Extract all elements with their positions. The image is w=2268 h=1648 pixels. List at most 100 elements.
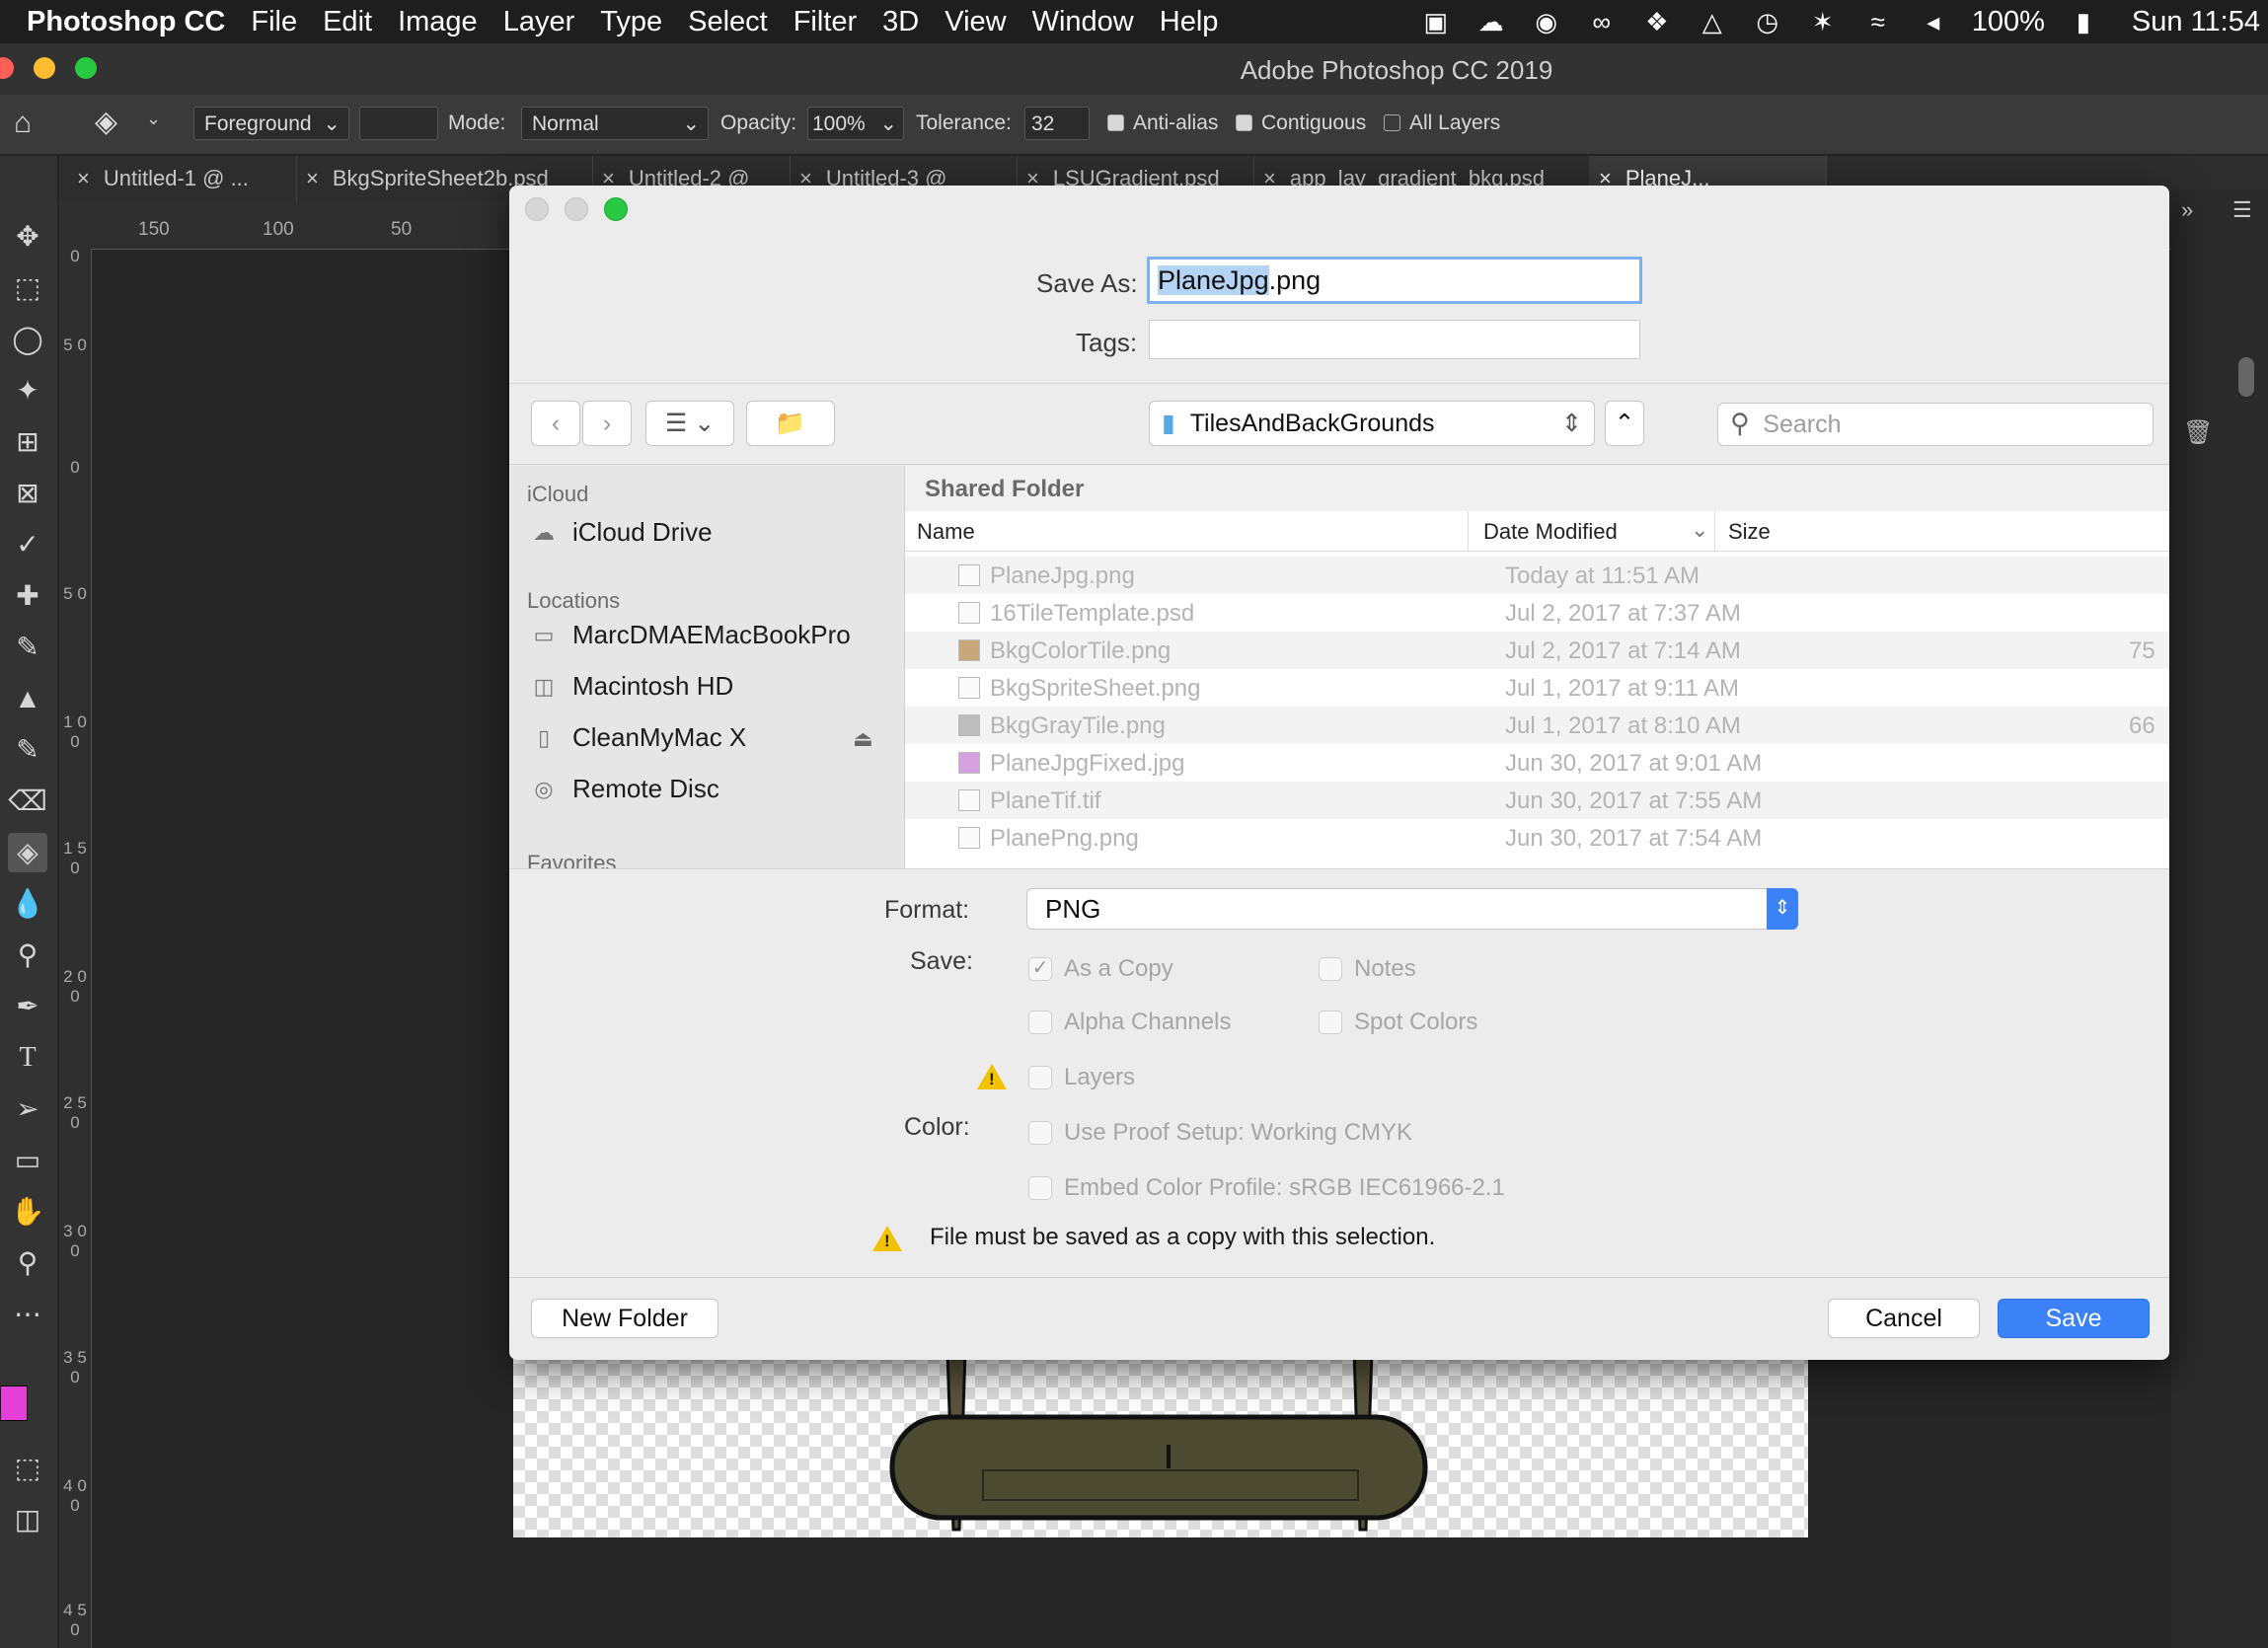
menu-help[interactable]: Help <box>1160 6 1219 38</box>
quick-mask-icon[interactable]: ⬚ <box>8 1449 47 1488</box>
sidebar-item-macbook[interactable]: ▭ MarcDMAEMacBookPro <box>527 620 851 650</box>
sidebar-item-cleanmymac[interactable]: ▯ CleanMyMac X <box>527 722 746 753</box>
creative-cloud-icon[interactable]: ∞ <box>1585 7 1619 37</box>
spot-colors-checkbox[interactable] <box>1319 1011 1342 1034</box>
document-canvas[interactable] <box>513 1352 1808 1537</box>
pattern-picker[interactable] <box>359 107 438 140</box>
wifi-icon[interactable]: ≈ <box>1861 7 1895 37</box>
paint-bucket-tool-icon[interactable]: ◈ <box>95 105 117 139</box>
type-tool-icon[interactable]: T <box>8 1038 47 1078</box>
column-name[interactable]: Name <box>917 519 975 545</box>
contiguous-checkbox[interactable] <box>1236 114 1252 131</box>
panel-scrollbar[interactable] <box>2238 357 2254 397</box>
file-row[interactable]: BkgGrayTile.png Jul 1, 2017 at 8:10 AM 66 <box>905 707 2169 744</box>
rectangle-tool-icon[interactable]: ▭ <box>8 1141 47 1180</box>
cancel-button[interactable]: Cancel <box>1828 1299 1980 1338</box>
healing-brush-tool-icon[interactable]: ✚ <box>8 576 47 616</box>
menu-layer[interactable]: Layer <box>503 6 575 38</box>
frame-tool-icon[interactable]: ⊠ <box>8 474 47 513</box>
path-selection-tool-icon[interactable]: ➢ <box>8 1089 47 1129</box>
file-row[interactable]: PlanePng.png Jun 30, 2017 at 7:54 AM <box>905 819 2169 857</box>
new-folder-button[interactable]: New Folder <box>531 1299 718 1338</box>
menu-view[interactable]: View <box>945 6 1006 38</box>
save-button[interactable]: Save <box>1998 1299 2150 1338</box>
alpha-channels-checkbox[interactable] <box>1028 1011 1052 1034</box>
trash-icon[interactable]: 🗑 <box>2183 418 2213 447</box>
lasso-tool-icon[interactable]: ◯ <box>8 320 47 359</box>
close-icon[interactable]: × <box>306 166 319 190</box>
location-popup[interactable]: ▮ TilesAndBackGrounds ⇕ <box>1149 401 1595 446</box>
save-as-input[interactable]: PlaneJpg.png <box>1147 257 1642 304</box>
menu-edit[interactable]: Edit <box>323 6 372 38</box>
volume-icon[interactable]: ◂ <box>1917 7 1950 37</box>
blur-tool-icon[interactable]: 💧 <box>8 884 47 924</box>
view-options-button[interactable]: ☰ ⌄ <box>645 401 734 446</box>
screen-record-icon[interactable]: ▣ <box>1419 7 1453 37</box>
stop-icon[interactable]: ◉ <box>1530 7 1563 37</box>
sidebar-item-macintosh-hd[interactable]: ◫ Macintosh HD <box>527 671 734 702</box>
column-date-modified[interactable]: Date Modified <box>1483 519 1618 545</box>
brush-tool-icon[interactable]: ✎ <box>8 628 47 667</box>
all-layers-checkbox[interactable] <box>1384 114 1400 131</box>
file-row[interactable]: BkgColorTile.png Jul 2, 2017 at 7:14 AM 75 <box>905 632 2169 669</box>
magic-wand-tool-icon[interactable]: ✦ <box>8 371 47 411</box>
notes-checkbox[interactable] <box>1319 957 1342 981</box>
home-icon[interactable]: ⌂ <box>14 107 32 140</box>
history-brush-tool-icon[interactable]: ✎ <box>8 730 47 770</box>
file-row[interactable]: BkgSpriteSheet.png Jul 1, 2017 at 9:11 AM <box>905 669 2169 707</box>
forward-button[interactable]: › <box>582 401 632 446</box>
eraser-tool-icon[interactable]: ⌫ <box>8 782 47 821</box>
dropbox-icon[interactable]: ❖ <box>1640 7 1674 37</box>
menu-type[interactable]: Type <box>600 6 662 38</box>
file-row[interactable]: PlaneJpg.png Today at 11:51 AM <box>905 557 2169 594</box>
opacity-input[interactable]: 100% ⌄ <box>807 107 904 140</box>
foreground-color-swatch[interactable] <box>0 1386 28 1421</box>
clock[interactable]: Sun 11:54 <box>2132 6 2260 38</box>
column-size[interactable]: Size <box>1728 519 1771 545</box>
menu-window[interactable]: Window <box>1032 6 1134 38</box>
tags-input[interactable] <box>1149 320 1640 359</box>
file-row[interactable]: PlaneJpgFixed.jpg Jun 30, 2017 at 9:01 AM <box>905 744 2169 782</box>
expand-panels-icon[interactable]: » <box>2181 197 2193 223</box>
new-folder-toolbar-button[interactable]: 📁 <box>746 401 835 446</box>
menu-image[interactable]: Image <box>398 6 478 38</box>
use-proof-setup-checkbox[interactable] <box>1028 1121 1052 1145</box>
cloud-upload-icon[interactable]: ☁ <box>1474 7 1508 37</box>
layers-checkbox[interactable] <box>1028 1066 1052 1089</box>
dialog-zoom-button[interactable] <box>604 197 628 221</box>
menu-3d[interactable]: 3D <box>882 6 919 38</box>
stamp-tool-icon[interactable]: ▲ <box>8 679 47 718</box>
hand-tool-icon[interactable]: ✋ <box>8 1192 47 1232</box>
anti-alias-checkbox[interactable] <box>1107 114 1124 131</box>
bluetooth-icon[interactable]: ✶ <box>1806 7 1840 37</box>
paint-bucket-tool-icon[interactable]: ◈ <box>8 833 47 872</box>
move-tool-icon[interactable]: ✥ <box>8 217 47 257</box>
format-select[interactable]: PNG ⇕ <box>1026 888 1798 930</box>
sidebar-item-remote-disc[interactable]: ◎ Remote Disc <box>527 774 718 804</box>
fill-source-select[interactable]: Foreground ⌄ <box>193 107 349 140</box>
crop-tool-icon[interactable]: ⊞ <box>8 422 47 462</box>
pen-tool-icon[interactable]: ✒ <box>8 987 47 1026</box>
dialog-minimize-button[interactable] <box>565 197 588 221</box>
sidebar-item-icloud-drive[interactable]: ☁ iCloud Drive <box>527 517 713 548</box>
battery-percent[interactable]: 100% <box>1972 6 2045 38</box>
as-a-copy-checkbox[interactable]: ✓ <box>1028 957 1052 981</box>
doc-tab[interactable]: × Untitled-1 @ ... <box>59 156 297 201</box>
mode-select[interactable]: Normal ⌄ <box>521 107 709 140</box>
time-machine-icon[interactable]: ◷ <box>1751 7 1784 37</box>
dialog-close-button[interactable] <box>525 197 549 221</box>
file-row[interactable]: PlaneTif.tif Jun 30, 2017 at 7:55 AM <box>905 782 2169 819</box>
back-button[interactable]: ‹ <box>531 401 580 446</box>
menu-filter[interactable]: Filter <box>794 6 857 38</box>
close-icon[interactable]: × <box>77 166 90 190</box>
menu-select[interactable]: Select <box>688 6 768 38</box>
battery-icon[interactable]: ▮ <box>2067 7 2100 37</box>
eyedropper-tool-icon[interactable]: ✓ <box>8 525 47 564</box>
screen-mode-icon[interactable]: ◫ <box>8 1500 47 1539</box>
panel-menu-icon[interactable]: ☰ <box>2232 197 2252 223</box>
more-tools-icon[interactable]: ⋯ <box>8 1295 47 1334</box>
eject-icon[interactable]: ⏏ <box>853 726 873 752</box>
zoom-tool-icon[interactable]: ⚲ <box>8 1243 47 1283</box>
menu-file[interactable]: File <box>251 6 297 38</box>
menu-app-name[interactable]: Photoshop CC <box>27 6 225 38</box>
